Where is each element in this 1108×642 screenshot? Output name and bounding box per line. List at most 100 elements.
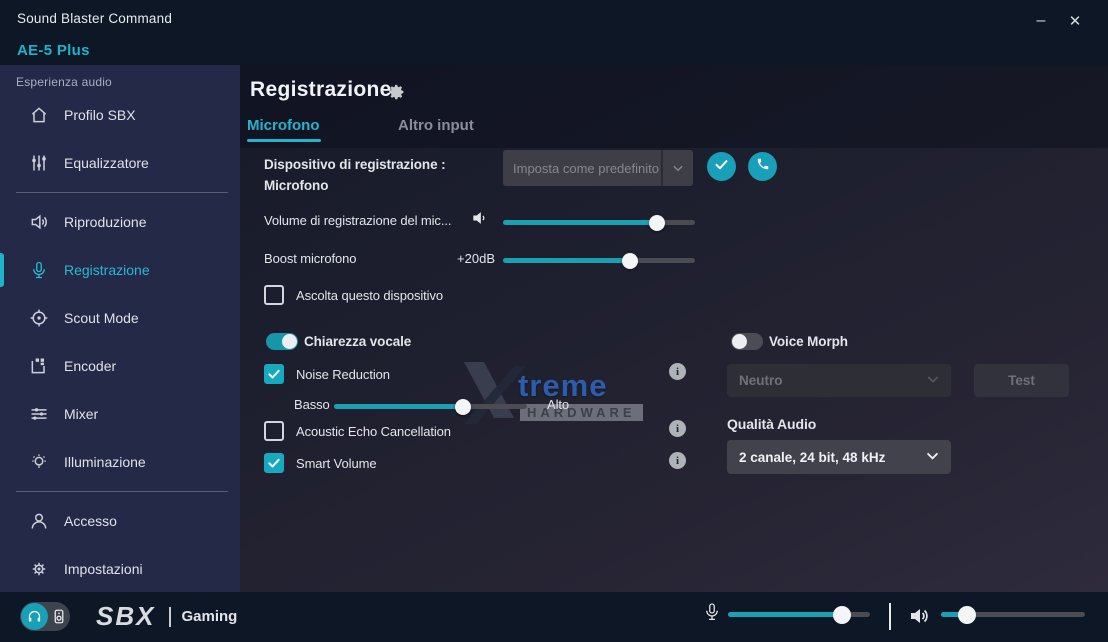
brand-divider bbox=[169, 607, 171, 627]
slider-thumb[interactable] bbox=[833, 606, 851, 624]
minimize-button[interactable]: – bbox=[1026, 8, 1056, 34]
sidebar-item-impostazioni[interactable]: Impostazioni bbox=[0, 545, 240, 593]
mic-boost-label: Boost microfono bbox=[264, 251, 356, 266]
home-icon bbox=[28, 104, 50, 126]
mic-boost-value: +20dB bbox=[445, 251, 495, 266]
main-panel: Registrazione Microfono Altro input Disp… bbox=[240, 65, 1108, 592]
microphone-icon bbox=[703, 601, 721, 630]
echo-cancellation-label: Acoustic Echo Cancellation bbox=[296, 424, 451, 439]
info-icon[interactable]: i bbox=[669, 420, 686, 437]
device-name: AE-5 Plus bbox=[17, 42, 90, 59]
slider-thumb[interactable] bbox=[455, 399, 471, 415]
headphones-icon[interactable] bbox=[21, 603, 48, 630]
echo-cancellation-checkbox[interactable] bbox=[264, 421, 284, 441]
equalizer-icon bbox=[28, 152, 50, 174]
footer-mic-volume-slider[interactable] bbox=[728, 612, 870, 617]
mixer-icon bbox=[28, 403, 50, 425]
tab-microfono[interactable]: Microfono bbox=[247, 117, 320, 134]
encoder-icon bbox=[28, 355, 50, 377]
user-icon bbox=[28, 510, 50, 532]
noise-reduction-label: Noise Reduction bbox=[296, 367, 390, 382]
bulb-icon bbox=[28, 451, 50, 473]
settings-gear-icon[interactable] bbox=[388, 83, 406, 106]
mode-label: Gaming bbox=[181, 608, 237, 625]
sidebar-item-illuminazione[interactable]: Illuminazione bbox=[0, 438, 240, 486]
speaker-icon bbox=[28, 211, 50, 233]
sidebar: Esperienza audio Profilo SBX Equalizzato… bbox=[0, 65, 240, 592]
voice-morph-test-button[interactable]: Test bbox=[974, 364, 1069, 397]
sidebar-item-label: Riproduzione bbox=[64, 214, 147, 230]
voice-clarity-toggle[interactable] bbox=[266, 333, 298, 350]
microfono-tab-content: Dispositivo di registrazione : Microfono… bbox=[240, 148, 1108, 592]
selected-indicator bbox=[0, 253, 4, 287]
tab-altro-input[interactable]: Altro input bbox=[398, 117, 474, 134]
listen-device-label: Ascolta questo dispositivo bbox=[296, 288, 443, 303]
sound-blaster-command-window: Sound Blaster Command AE-5 Plus – ✕ Espe… bbox=[0, 0, 1108, 642]
phone-test-button[interactable] bbox=[748, 152, 777, 181]
sidebar-item-equalizzatore[interactable]: Equalizzatore bbox=[0, 139, 240, 187]
sidebar-item-scout-mode[interactable]: Scout Mode bbox=[0, 294, 240, 342]
voice-morph-label: Voice Morph bbox=[769, 334, 848, 349]
sidebar-item-label: Encoder bbox=[64, 358, 116, 374]
footer-bar: SBX Gaming bbox=[0, 592, 1108, 642]
smart-volume-label: Smart Volume bbox=[296, 456, 376, 471]
sidebar-item-label: Illuminazione bbox=[64, 454, 146, 470]
footer-speaker-volume-slider[interactable] bbox=[941, 612, 1085, 617]
chevron-down-icon bbox=[924, 447, 941, 467]
noise-slider-min-label: Basso bbox=[294, 397, 330, 412]
gear-icon bbox=[28, 558, 50, 580]
sidebar-item-riproduzione[interactable]: Riproduzione bbox=[0, 198, 240, 246]
audio-quality-label: Qualità Audio bbox=[727, 416, 816, 432]
chevron-down-icon[interactable] bbox=[663, 150, 693, 186]
slider-thumb[interactable] bbox=[649, 215, 665, 231]
watermark-hardware-text: HARDWARE bbox=[520, 404, 643, 421]
sidebar-item-label: Profilo SBX bbox=[64, 107, 136, 123]
voice-morph-toggle[interactable] bbox=[731, 333, 763, 350]
sidebar-item-mixer[interactable]: Mixer bbox=[0, 390, 240, 438]
sidebar-item-accesso[interactable]: Accesso bbox=[0, 497, 240, 545]
noise-reduction-slider[interactable] bbox=[334, 404, 527, 409]
info-icon[interactable]: i bbox=[669, 363, 686, 380]
audio-quality-dropdown[interactable]: 2 canale, 24 bit, 48 kHz bbox=[727, 440, 951, 474]
sidebar-item-label: Equalizzatore bbox=[64, 155, 149, 171]
apply-check-button[interactable] bbox=[707, 152, 736, 181]
info-icon[interactable]: i bbox=[669, 452, 686, 469]
sidebar-item-registrazione[interactable]: Registrazione bbox=[0, 246, 240, 294]
slider-thumb[interactable] bbox=[622, 253, 638, 269]
sidebar-divider bbox=[16, 192, 228, 193]
set-default-label[interactable]: Imposta come predefinito bbox=[503, 150, 661, 186]
slider-thumb[interactable] bbox=[958, 606, 976, 624]
page-title: Registrazione bbox=[250, 78, 392, 102]
noise-slider-max-label: Alto bbox=[547, 397, 569, 412]
brand-area: SBX Gaming bbox=[96, 601, 237, 632]
sidebar-section-label: Esperienza audio bbox=[0, 65, 240, 91]
xtreme-hardware-watermark: treme HARDWARE bbox=[462, 360, 652, 432]
listen-device-checkbox[interactable] bbox=[264, 285, 284, 305]
mic-volume-label: Volume di registrazione del mic... bbox=[264, 213, 479, 228]
chevron-down-icon bbox=[925, 371, 941, 390]
close-button[interactable]: ✕ bbox=[1060, 8, 1090, 34]
smart-volume-checkbox[interactable] bbox=[264, 453, 284, 473]
set-default-dropdown[interactable]: Imposta come predefinito bbox=[503, 150, 693, 186]
voice-morph-preset-dropdown[interactable]: Neutro bbox=[727, 364, 951, 397]
mic-volume-slider[interactable] bbox=[503, 220, 695, 225]
active-tab-indicator bbox=[247, 139, 321, 142]
check-icon bbox=[714, 157, 729, 177]
sidebar-divider bbox=[16, 491, 228, 492]
audio-quality-value: 2 canale, 24 bit, 48 kHz bbox=[739, 450, 885, 465]
sidebar-item-label: Registrazione bbox=[64, 262, 150, 278]
sidebar-item-encoder[interactable]: Encoder bbox=[0, 342, 240, 390]
target-icon bbox=[28, 307, 50, 329]
sbx-logo: SBX bbox=[96, 601, 155, 632]
sidebar-item-label: Impostazioni bbox=[64, 561, 143, 577]
voice-clarity-label: Chiarezza vocale bbox=[304, 334, 411, 349]
output-device-toggle[interactable] bbox=[20, 602, 70, 631]
microphone-icon bbox=[28, 259, 50, 281]
titlebar: Sound Blaster Command AE-5 Plus – ✕ bbox=[0, 0, 1108, 65]
sidebar-item-label: Accesso bbox=[64, 513, 117, 529]
mic-boost-slider[interactable] bbox=[503, 258, 695, 263]
noise-reduction-checkbox[interactable] bbox=[264, 364, 284, 384]
phone-icon bbox=[756, 157, 770, 176]
speaker-cabinet-icon[interactable] bbox=[54, 609, 64, 629]
sidebar-item-profilo-sbx[interactable]: Profilo SBX bbox=[0, 91, 240, 139]
